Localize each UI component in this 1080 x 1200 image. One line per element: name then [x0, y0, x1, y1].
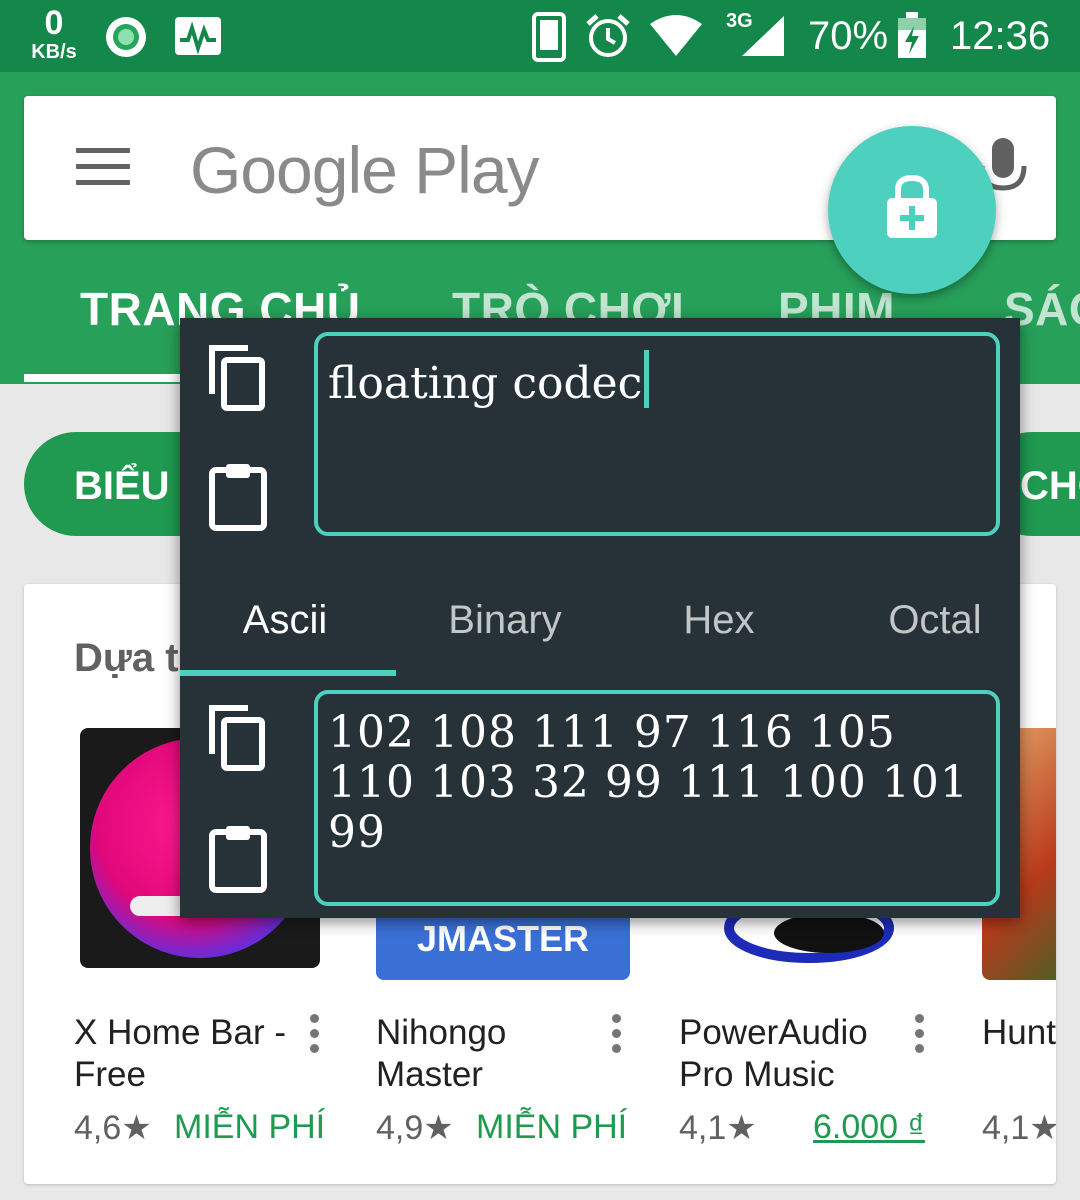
- net-speed-value: 0: [44, 4, 64, 42]
- activity-monitor-icon: [174, 16, 222, 61]
- net-speed-unit: KB/s: [31, 41, 77, 63]
- active-encoding-indicator: [180, 670, 396, 676]
- app-rating: 4,1★: [679, 1109, 757, 1147]
- more-options-icon[interactable]: [612, 1014, 628, 1059]
- tab-ascii[interactable]: Ascii: [180, 598, 390, 643]
- encoding-tabs: Ascii Binary Hex Octal: [180, 580, 1020, 676]
- wifi-icon: [648, 14, 704, 63]
- battery-charging-icon: [896, 12, 928, 65]
- more-options-icon[interactable]: [915, 1014, 931, 1059]
- copy-icon[interactable]: [206, 702, 270, 779]
- paste-icon[interactable]: [206, 460, 270, 537]
- status-bar: 0 KB/s 3G 70% 12:36: [0, 0, 1080, 72]
- app-price: MIỄN PHÍ: [174, 1108, 326, 1146]
- app-name: X Home Bar - Free: [74, 1013, 286, 1094]
- app-name: Hunt Lege: [982, 1013, 1056, 1052]
- add-lock-fab[interactable]: [828, 126, 996, 294]
- more-options-icon[interactable]: [310, 1014, 326, 1059]
- clock: 12:36: [950, 14, 1051, 58]
- circle-app-icon: [104, 15, 148, 64]
- app-rating: 4,9★: [376, 1109, 454, 1147]
- app-name: PowerAudio Pro Music: [679, 1013, 868, 1094]
- app-name: Nihongo Master: [376, 1013, 507, 1094]
- tab-octal[interactable]: Octal: [830, 598, 1040, 643]
- app-price: 6.000 ₫: [813, 1108, 925, 1146]
- floating-codec-panel: floating codec Ascii Binary Hex Octal 10…: [180, 318, 1020, 918]
- paste-icon[interactable]: [206, 822, 270, 899]
- output-text-area[interactable]: 102 108 111 97 116 105 110 103 32 99 111…: [314, 690, 1000, 906]
- input-text-area[interactable]: floating codec: [314, 332, 1000, 536]
- lock-add-icon: [887, 174, 937, 238]
- tab-hex[interactable]: Hex: [614, 598, 824, 643]
- app-rating: 4,1★: [982, 1109, 1056, 1147]
- tab-binary[interactable]: Binary: [400, 598, 610, 643]
- alarm-icon: [584, 12, 632, 65]
- app-price: MIỄN PHÍ: [476, 1108, 628, 1146]
- signal-icon: [740, 14, 786, 63]
- thumbnail-label: JMASTER: [416, 918, 590, 959]
- app-rating: 4,6★: [74, 1109, 152, 1147]
- chip-for-you-label: CHO: [1020, 464, 1080, 508]
- hamburger-icon[interactable]: [76, 148, 130, 188]
- battery-percent: 70%: [808, 14, 889, 58]
- input-text: floating codec: [328, 358, 643, 409]
- text-cursor: [644, 350, 650, 408]
- phone-icon: [532, 12, 566, 67]
- net-speed-indicator: 0 KB/s: [26, 6, 82, 62]
- google-play-logo: Google Play: [190, 133, 540, 207]
- copy-icon[interactable]: [206, 342, 270, 419]
- output-text: 102 108 111 97 116 105 110 103 32 99 111…: [328, 707, 969, 858]
